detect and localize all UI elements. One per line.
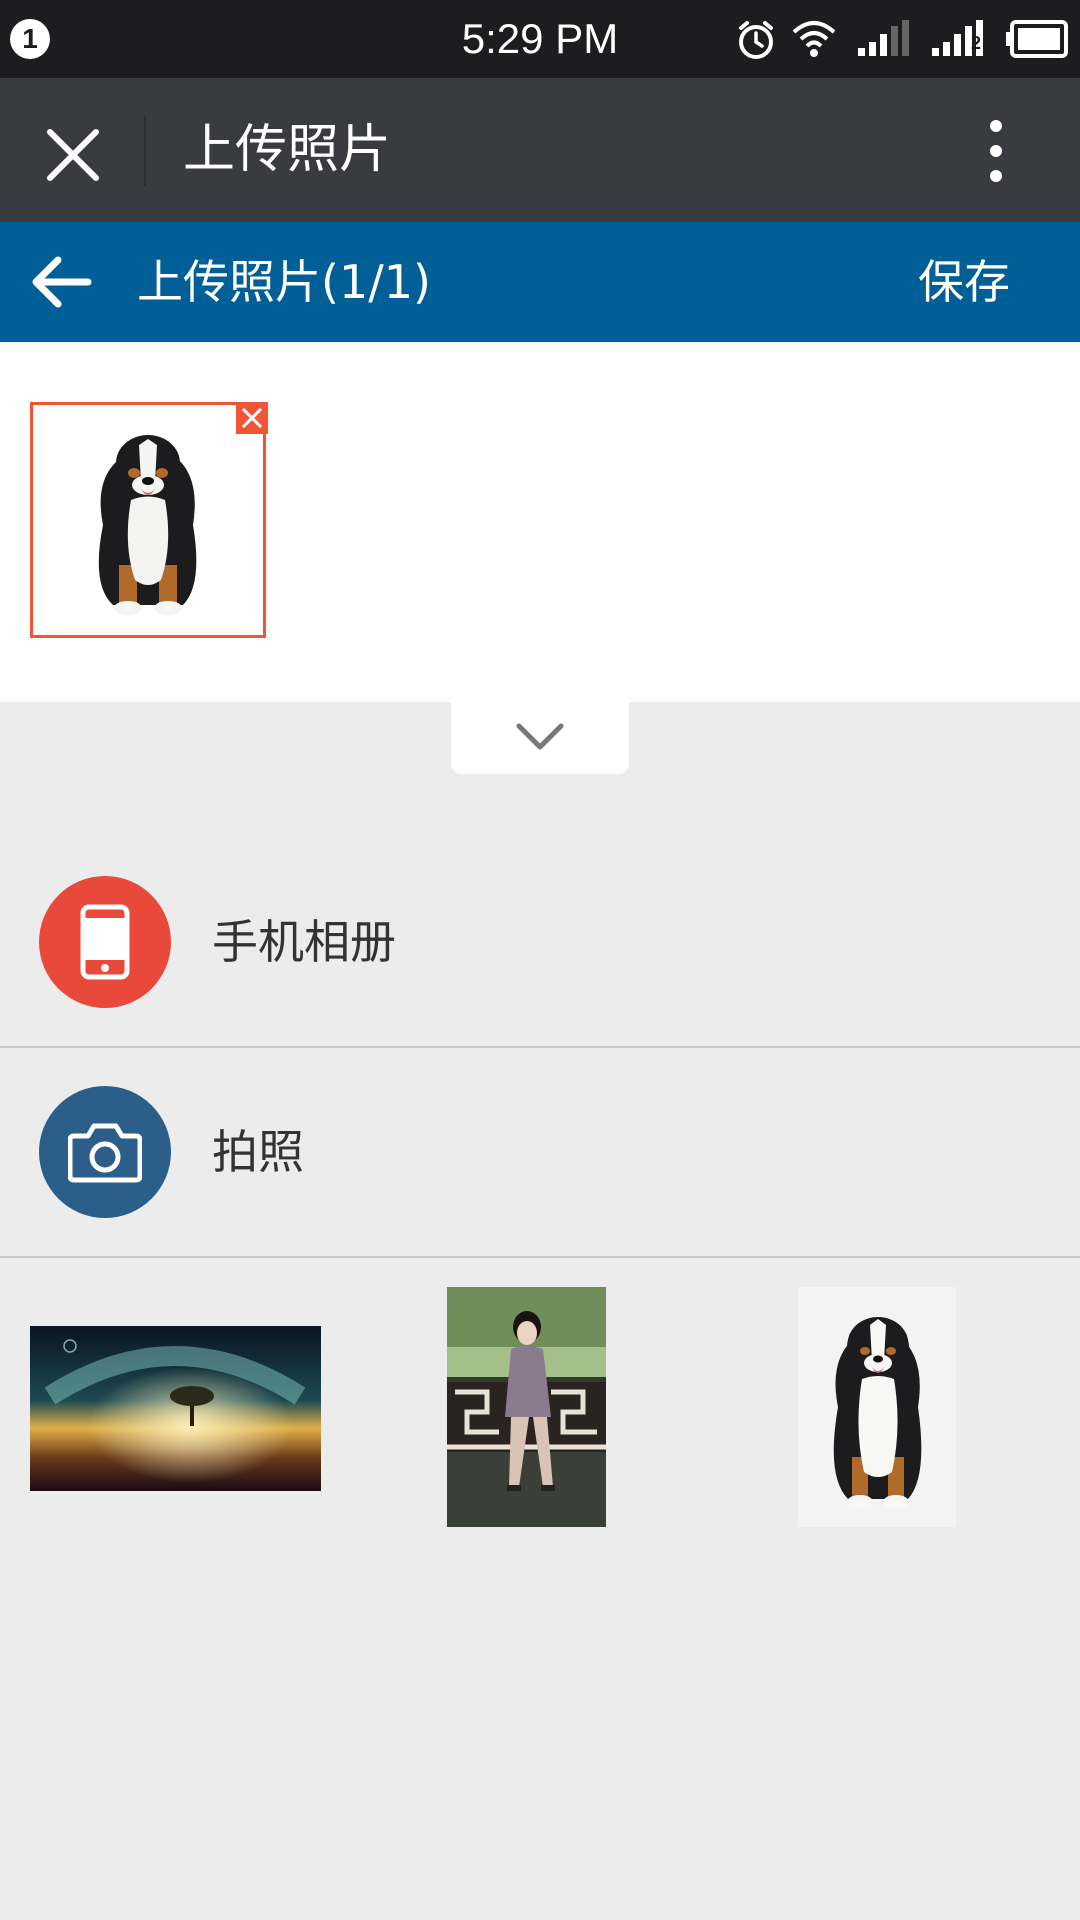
notification-badge: 1: [10, 19, 50, 59]
status-clock: 5:29 PM: [461, 15, 619, 62]
camera-icon: [39, 1086, 171, 1218]
remove-photo-icon[interactable]: [236, 402, 268, 434]
selected-photo-thumbnail[interactable]: [30, 402, 266, 638]
chevron-down-icon: [516, 723, 564, 750]
alarm-icon: [739, 21, 773, 59]
gallery-photo-3[interactable]: [798, 1287, 956, 1527]
wifi-icon: [792, 21, 836, 57]
woman-photo: [447, 1287, 606, 1527]
sim2-label: 2: [970, 33, 981, 53]
save-button[interactable]: 保存: [918, 254, 1010, 310]
webview-title-bar: [0, 78, 1080, 222]
collapse-toggle[interactable]: [451, 702, 629, 774]
webview-title: 上传照片: [183, 120, 392, 180]
night-sky-photo: [30, 1326, 321, 1491]
phone-album-label: 手机相册: [212, 915, 396, 969]
title-divider: [144, 116, 146, 186]
dog-photo: [33, 405, 263, 635]
gallery-photo-1[interactable]: [30, 1326, 321, 1491]
phone-album-option[interactable]: 手机相册: [0, 838, 1080, 1048]
dog-photo: [798, 1287, 956, 1527]
page-title: 上传照片(1/1): [137, 255, 431, 309]
back-arrow-icon[interactable]: [28, 252, 92, 312]
take-photo-option[interactable]: 拍照: [0, 1048, 1080, 1258]
battery-icon: [1006, 20, 1068, 58]
close-icon[interactable]: [44, 126, 102, 184]
phone-icon: [39, 876, 171, 1008]
more-options-icon[interactable]: [980, 118, 1012, 184]
take-photo-label: 拍照: [212, 1125, 304, 1179]
signal-sim1-icon: [858, 20, 909, 56]
gallery-photo-2[interactable]: [447, 1287, 606, 1527]
